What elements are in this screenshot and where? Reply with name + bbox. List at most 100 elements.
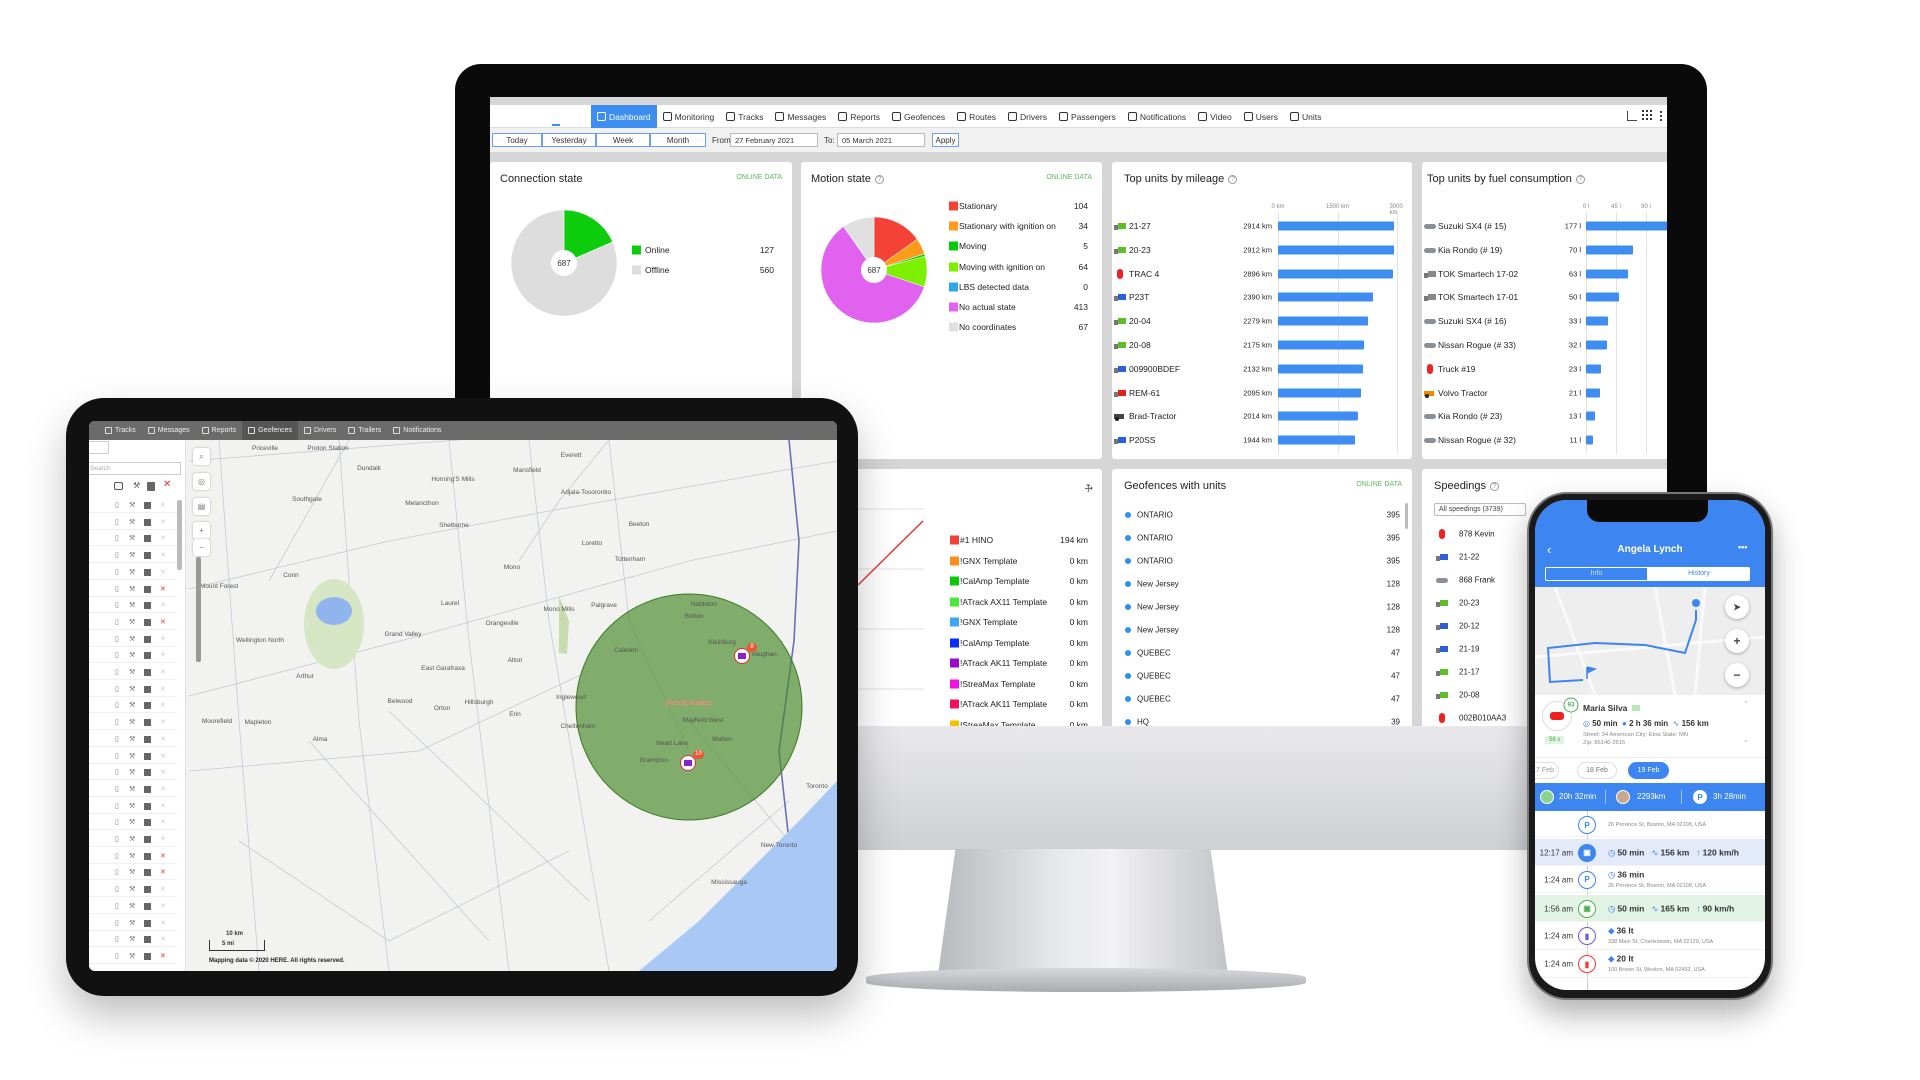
date-pill[interactable]: 17 Feb [1535,762,1559,779]
copy-icon[interactable] [144,802,151,810]
copy-icon[interactable] [144,869,151,877]
wrench-icon[interactable]: ⚒ [129,651,135,659]
delete-icon[interactable]: ✕ [160,651,166,659]
unit-status-icon[interactable]: ▯ [115,618,119,626]
copy-icon[interactable] [144,568,151,576]
copy-icon[interactable] [144,735,151,743]
delete-icon[interactable]: ✕ [160,635,166,643]
history-event-trip[interactable]: 12:17 am ▣ ◷ 50 min ∿ 156 km ↑ 120 km/h [1535,839,1765,866]
bar[interactable] [1586,221,1667,231]
wrench-icon[interactable]: ⚒ [129,601,135,609]
unit-status-icon[interactable]: ▯ [115,551,119,559]
tablet-tab-reports[interactable]: Reports [196,421,243,440]
scrollbar[interactable] [1405,503,1408,529]
bar[interactable] [1278,364,1363,374]
month-button[interactable]: Month [650,133,706,147]
wrench-icon[interactable]: ⚒ [129,868,135,876]
delete-icon[interactable]: ✕ [160,935,166,943]
delete-icon[interactable]: ✕ [160,802,166,810]
bar[interactable] [1278,221,1394,231]
unit-row[interactable]: ▯ ⚒ ✕ [89,864,177,881]
wrench-icon[interactable]: ⚒ [129,935,135,943]
wrench-icon[interactable]: ⚒ [129,752,135,760]
search-input[interactable]: Search [89,462,181,475]
delete-icon[interactable]: ✕ [160,818,166,826]
delete-icon[interactable]: ✕ [160,852,166,860]
unit-row[interactable]: ▯ ⚒ ✕ [89,547,177,564]
unit-status-icon[interactable]: ▯ [115,885,119,893]
wrench-icon[interactable]: ⚒ [129,768,135,776]
unit-status-icon[interactable]: ▯ [115,534,119,542]
unit-row[interactable]: ▯ ⚒ ✕ [89,731,177,747]
delete-icon[interactable]: ✕ [160,701,166,709]
bar[interactable] [1278,292,1373,302]
wrench-icon[interactable]: ⚒ [129,501,135,509]
unit-status-icon[interactable]: ▯ [115,601,119,609]
wrench-icon[interactable]: ⚒ [129,718,135,726]
tab-drivers[interactable]: Drivers [1002,105,1053,128]
bar[interactable] [1586,411,1595,421]
unit-row[interactable]: ▯ ⚒ ✕ [89,798,177,814]
wrench-icon[interactable]: ⚒ [129,534,135,542]
delete-icon[interactable]: ✕ [160,718,166,726]
wrench-icon[interactable]: ⚒ [129,902,135,910]
delete-icon[interactable]: ✕ [160,534,166,542]
unit-status-icon[interactable]: ▯ [115,818,119,826]
unit-row[interactable]: ▯ ⚒ ✕ [89,714,177,731]
zoom-out-button[interactable]: − [193,539,210,556]
unit-row[interactable]: ▯ ⚒ ✕ [89,564,177,580]
tab-reports[interactable]: Reports [832,105,886,128]
tablet-tab-trailers[interactable]: Trailers [342,421,387,440]
copy-icon[interactable] [144,552,151,560]
copy-icon[interactable] [144,685,151,693]
delete-icon[interactable]: ✕ [160,585,166,593]
bar[interactable] [1586,340,1608,350]
zoom-out-button[interactable]: − [1725,663,1749,687]
delete-icon[interactable]: ✕ [160,868,166,876]
wrench-icon[interactable]: ⚒ [129,568,135,576]
help-icon[interactable]: ? [1575,175,1585,184]
speeding-unit[interactable]: 21-19 [1459,645,1479,654]
help-icon[interactable]: ? [1490,482,1499,491]
more-icon[interactable] [1660,111,1662,121]
map-search-button[interactable]: ⌕ [193,448,210,465]
history-event-parking[interactable]: P 26 Province St, Boston, MA 02108, USA [1535,813,1765,837]
unit-status-icon[interactable]: ▯ [115,718,119,726]
week-button[interactable]: Week [596,133,650,147]
unit-status-icon[interactable]: ▯ [115,902,119,910]
wrench-icon[interactable]: ⚒ [129,785,135,793]
tab-history[interactable]: History [1648,567,1750,581]
tab-routes[interactable]: Routes [951,105,1002,128]
bar[interactable] [1278,269,1393,279]
unit-row[interactable]: ▯ ⚒ ✕ [89,814,177,831]
speeding-unit[interactable]: 002B010AA3 [1459,714,1506,723]
to-date-input[interactable]: 05 March 2021 [837,133,925,147]
unit-row[interactable]: ▯ ⚒ ✕ [89,948,177,964]
tab-video[interactable]: Video [1192,105,1238,128]
more-icon[interactable]: ••• [1738,542,1747,552]
unit-status-icon[interactable]: ▯ [115,852,119,860]
geofence-name[interactable]: New Jersey [1137,626,1179,635]
unit-row[interactable]: ▯ ⚒ ✕ [89,697,177,714]
wrench-icon[interactable]: ⚒ [129,835,135,843]
bar[interactable] [1278,340,1365,350]
delete-icon[interactable]: ✕ [160,568,166,576]
wrench-icon[interactable]: ⚒ [129,685,135,693]
unit-status-icon[interactable]: ▯ [115,635,119,643]
geofence-name[interactable]: QUEBEC [1137,695,1171,704]
unit-row[interactable]: ▯ ⚒ ✕ [89,681,177,697]
geofence-name[interactable]: ONTARIO [1137,511,1173,520]
copy-icon[interactable] [144,852,151,860]
wrench-icon[interactable]: ⚒ [129,618,135,626]
unit-row[interactable]: ▯ ⚒ ✕ [89,514,177,530]
speeding-unit[interactable]: 878 Kevin [1459,530,1495,539]
speeding-unit[interactable]: 20-23 [1459,599,1479,608]
unit-status-icon[interactable]: ▯ [115,868,119,876]
copy-icon[interactable] [144,618,151,626]
speeding-unit[interactable]: 21-22 [1459,553,1479,562]
wrench-icon[interactable]: ⚒ [129,885,135,893]
copy-icon[interactable] [144,919,151,927]
copy-icon[interactable] [144,752,151,760]
delete-icon[interactable]: ✕ [160,735,166,743]
ruler-icon[interactable] [1627,111,1637,121]
